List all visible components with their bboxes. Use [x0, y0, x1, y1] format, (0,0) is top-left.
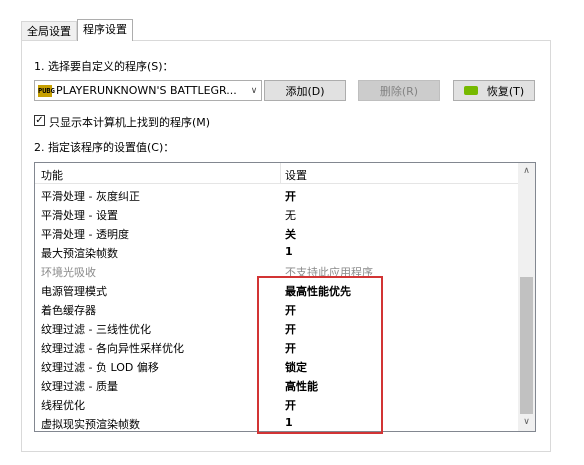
setting-value: 1	[285, 416, 293, 429]
remove-button[interactable]: 删除(R)	[358, 80, 440, 101]
setting-value: 不支持此应用程序	[285, 266, 373, 279]
list-row[interactable]: 纹理过滤 - 各向异性采样优化 开	[35, 337, 519, 356]
vertical-scrollbar[interactable]: ∧ ∨	[518, 163, 535, 431]
feature-name: 平滑处理 - 灰度纠正	[41, 190, 140, 203]
add-button[interactable]: 添加(D)	[264, 80, 346, 101]
column-header-setting[interactable]: 设置	[285, 167, 307, 183]
setting-value: 无	[285, 209, 296, 222]
scroll-down-arrow-icon[interactable]: ∨	[518, 414, 535, 431]
step2-label: 2. 指定该程序的设置值(C)：	[34, 141, 175, 154]
tab-strip: 全局设置 程序设置	[21, 19, 133, 41]
setting-value: 开	[285, 342, 296, 355]
list-row[interactable]: 纹理过滤 - 三线性优化 开	[35, 318, 519, 337]
restore-button[interactable]: 恢复(T)	[453, 80, 535, 101]
chevron-down-icon: ∨	[250, 85, 258, 96]
step1-label: 1. 选择要自定义的程序(S)：	[34, 60, 174, 73]
feature-name: 最大预渲染帧数	[41, 247, 118, 260]
list-row[interactable]: 虚拟现实预渲染帧数 1	[35, 413, 519, 431]
setting-value: 最高性能优先	[285, 285, 351, 298]
show-installed-label[interactable]: 只显示本计算机上找到的程序(M)	[49, 114, 210, 130]
list-row[interactable]: 平滑处理 - 透明度 关	[35, 223, 519, 242]
feature-name: 纹理过滤 - 三线性优化	[41, 323, 151, 336]
setting-value: 开	[285, 304, 296, 317]
setting-value: 开	[285, 399, 296, 412]
list-row[interactable]: 纹理过滤 - 负 LOD 偏移 锁定	[35, 356, 519, 375]
program-select-value: PLAYERUNKNOWN'S BATTLEGR...	[56, 84, 237, 97]
feature-name: 平滑处理 - 透明度	[41, 228, 129, 241]
setting-value: 开	[285, 190, 296, 203]
program-select[interactable]: PUBG PLAYERUNKNOWN'S BATTLEGR... ∨	[34, 80, 262, 101]
feature-name: 纹理过滤 - 质量	[41, 380, 118, 393]
scroll-up-arrow-icon[interactable]: ∧	[518, 163, 535, 180]
settings-list[interactable]: 功能 设置 平滑处理 - 灰度纠正 开 平滑处理 - 设置 无 平滑处理 - 透…	[34, 162, 536, 432]
list-row[interactable]: 平滑处理 - 设置 无	[35, 204, 519, 223]
column-header-feature[interactable]: 功能	[41, 167, 63, 183]
feature-name: 着色缓存器	[41, 304, 96, 317]
list-row[interactable]: 纹理过滤 - 质量 高性能	[35, 375, 519, 394]
tab-program-settings[interactable]: 程序设置	[77, 19, 133, 41]
setting-value: 1	[285, 245, 293, 258]
list-row[interactable]: 线程优化 开	[35, 394, 519, 413]
program-settings-panel: 1. 选择要自定义的程序(S)： PUBG PLAYERUNKNOWN'S BA…	[21, 40, 551, 452]
feature-name: 纹理过滤 - 负 LOD 偏移	[41, 361, 159, 374]
list-row[interactable]: 电源管理模式 最高性能优先	[35, 280, 519, 299]
list-row[interactable]: 着色缓存器 开	[35, 299, 519, 318]
game-icon: PUBG	[38, 84, 55, 97]
feature-name: 线程优化	[41, 399, 85, 412]
list-row[interactable]: 环境光吸收 不支持此应用程序	[35, 261, 519, 280]
setting-value: 关	[285, 228, 296, 241]
scrollbar-thumb[interactable]	[520, 277, 533, 414]
restore-button-label: 恢复(T)	[486, 84, 525, 98]
list-row[interactable]: 最大预渲染帧数 1	[35, 242, 519, 261]
setting-value: 高性能	[285, 380, 318, 393]
feature-name: 环境光吸收	[41, 266, 96, 279]
list-header: 功能 设置	[35, 163, 519, 184]
tab-global-settings[interactable]: 全局设置	[21, 21, 77, 41]
feature-name: 虚拟现实预渲染帧数	[41, 418, 140, 431]
setting-value: 开	[285, 323, 296, 336]
show-installed-checkbox[interactable]: ✓	[34, 115, 45, 126]
list-row[interactable]: 平滑处理 - 灰度纠正 开	[35, 185, 519, 204]
setting-value: 锁定	[285, 361, 307, 374]
feature-name: 平滑处理 - 设置	[41, 209, 118, 222]
feature-name: 纹理过滤 - 各向异性采样优化	[41, 342, 184, 355]
column-divider	[280, 163, 281, 183]
feature-name: 电源管理模式	[41, 285, 107, 298]
nvidia-icon	[463, 86, 478, 95]
